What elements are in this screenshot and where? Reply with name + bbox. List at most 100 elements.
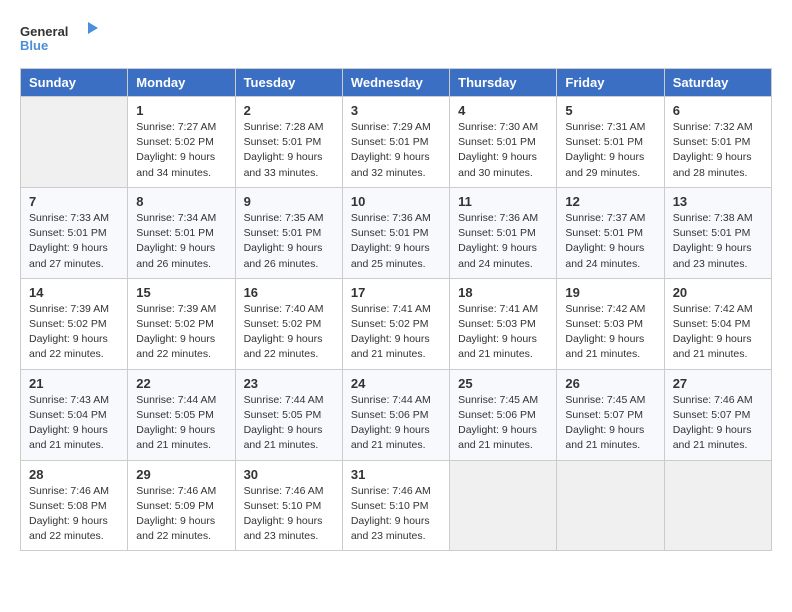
day-info: Sunrise: 7:46 AMSunset: 5:09 PMDaylight:… (136, 484, 226, 545)
weekday-header-row: SundayMondayTuesdayWednesdayThursdayFrid… (21, 69, 772, 97)
weekday-header-saturday: Saturday (664, 69, 771, 97)
calendar-cell (557, 460, 664, 551)
svg-text:Blue: Blue (20, 38, 48, 52)
svg-text:General: General (20, 24, 68, 39)
calendar-cell: 28 Sunrise: 7:46 AMSunset: 5:08 PMDayligh… (21, 460, 128, 551)
calendar-cell: 31 Sunrise: 7:46 AMSunset: 5:10 PMDayligh… (342, 460, 449, 551)
day-number: 28 (29, 467, 119, 482)
calendar-cell: 16 Sunrise: 7:40 AMSunset: 5:02 PMDayligh… (235, 278, 342, 369)
day-number: 6 (673, 103, 763, 118)
day-number: 5 (565, 103, 655, 118)
weekday-header-tuesday: Tuesday (235, 69, 342, 97)
weekday-header-friday: Friday (557, 69, 664, 97)
calendar-cell: 26 Sunrise: 7:45 AMSunset: 5:07 PMDayligh… (557, 369, 664, 460)
day-info: Sunrise: 7:31 AMSunset: 5:01 PMDaylight:… (565, 120, 655, 181)
calendar-cell: 17 Sunrise: 7:41 AMSunset: 5:02 PMDayligh… (342, 278, 449, 369)
day-info: Sunrise: 7:39 AMSunset: 5:02 PMDaylight:… (136, 302, 226, 363)
day-info: Sunrise: 7:46 AMSunset: 5:07 PMDaylight:… (673, 393, 763, 454)
calendar-cell: 30Sunrise: 7:46 AMSunset: 5:10 PMDayligh… (235, 460, 342, 551)
day-number: 30 (244, 467, 334, 482)
calendar-cell: 13 Sunrise: 7:38 AMSunset: 5:01 PMDayligh… (664, 187, 771, 278)
calendar-cell: 18 Sunrise: 7:41 AMSunset: 5:03 PMDayligh… (450, 278, 557, 369)
day-info: Sunrise: 7:32 AMSunset: 5:01 PMDaylight:… (673, 120, 763, 181)
calendar-week-row: 7Sunrise: 7:33 AMSunset: 5:01 PMDaylight… (21, 187, 772, 278)
day-info: Sunrise: 7:45 AMSunset: 5:07 PMDaylight:… (565, 393, 655, 454)
day-number: 1 (136, 103, 226, 118)
day-number: 10 (351, 194, 441, 209)
calendar-week-row: 14 Sunrise: 7:39 AMSunset: 5:02 PMDayligh… (21, 278, 772, 369)
day-number: 20 (673, 285, 763, 300)
calendar-cell: 12 Sunrise: 7:37 AMSunset: 5:01 PMDayligh… (557, 187, 664, 278)
day-number: 4 (458, 103, 548, 118)
day-number: 23 (244, 376, 334, 391)
logo: General Blue (20, 20, 100, 52)
calendar-cell: 6 Sunrise: 7:32 AMSunset: 5:01 PMDaylight… (664, 97, 771, 188)
day-info: Sunrise: 7:30 AMSunset: 5:01 PMDaylight:… (458, 120, 548, 181)
day-info: Sunrise: 7:34 AMSunset: 5:01 PMDaylight:… (136, 211, 226, 272)
day-number: 17 (351, 285, 441, 300)
calendar-cell: 10Sunrise: 7:36 AMSunset: 5:01 PMDayligh… (342, 187, 449, 278)
calendar-cell: 29 Sunrise: 7:46 AMSunset: 5:09 PMDayligh… (128, 460, 235, 551)
day-info: Sunrise: 7:28 AMSunset: 5:01 PMDaylight:… (244, 120, 334, 181)
day-number: 15 (136, 285, 226, 300)
day-number: 16 (244, 285, 334, 300)
day-info: Sunrise: 7:46 AMSunset: 5:10 PMDaylight:… (351, 484, 441, 545)
day-number: 18 (458, 285, 548, 300)
day-info: Sunrise: 7:38 AMSunset: 5:01 PMDaylight:… (673, 211, 763, 272)
calendar-cell: 8 Sunrise: 7:34 AMSunset: 5:01 PMDaylight… (128, 187, 235, 278)
calendar-cell: 25Sunrise: 7:45 AMSunset: 5:06 PMDayligh… (450, 369, 557, 460)
day-number: 3 (351, 103, 441, 118)
day-info: Sunrise: 7:41 AMSunset: 5:02 PMDaylight:… (351, 302, 441, 363)
calendar-cell: 7Sunrise: 7:33 AMSunset: 5:01 PMDaylight… (21, 187, 128, 278)
calendar-cell: 5 Sunrise: 7:31 AMSunset: 5:01 PMDaylight… (557, 97, 664, 188)
weekday-header-sunday: Sunday (21, 69, 128, 97)
weekday-header-thursday: Thursday (450, 69, 557, 97)
day-info: Sunrise: 7:46 AMSunset: 5:08 PMDaylight:… (29, 484, 119, 545)
day-info: Sunrise: 7:29 AMSunset: 5:01 PMDaylight:… (351, 120, 441, 181)
day-info: Sunrise: 7:44 AMSunset: 5:06 PMDaylight:… (351, 393, 441, 454)
day-info: Sunrise: 7:37 AMSunset: 5:01 PMDaylight:… (565, 211, 655, 272)
day-number: 14 (29, 285, 119, 300)
day-number: 31 (351, 467, 441, 482)
calendar-cell: 22 Sunrise: 7:44 AMSunset: 5:05 PMDayligh… (128, 369, 235, 460)
calendar-cell: 11Sunrise: 7:36 AMSunset: 5:01 PMDayligh… (450, 187, 557, 278)
day-number: 7 (29, 194, 119, 209)
day-number: 8 (136, 194, 226, 209)
calendar-cell: 21Sunrise: 7:43 AMSunset: 5:04 PMDayligh… (21, 369, 128, 460)
day-info: Sunrise: 7:27 AMSunset: 5:02 PMDaylight:… (136, 120, 226, 181)
day-number: 26 (565, 376, 655, 391)
day-number: 29 (136, 467, 226, 482)
calendar-cell: 23 Sunrise: 7:44 AMSunset: 5:05 PMDayligh… (235, 369, 342, 460)
day-info: Sunrise: 7:44 AMSunset: 5:05 PMDaylight:… (136, 393, 226, 454)
day-info: Sunrise: 7:45 AMSunset: 5:06 PMDaylight:… (458, 393, 548, 454)
day-info: Sunrise: 7:40 AMSunset: 5:02 PMDaylight:… (244, 302, 334, 363)
day-number: 22 (136, 376, 226, 391)
calendar-week-row: 1 Sunrise: 7:27 AMSunset: 5:02 PMDaylight… (21, 97, 772, 188)
calendar-cell: 14 Sunrise: 7:39 AMSunset: 5:02 PMDayligh… (21, 278, 128, 369)
day-info: Sunrise: 7:44 AMSunset: 5:05 PMDaylight:… (244, 393, 334, 454)
calendar-week-row: 28 Sunrise: 7:46 AMSunset: 5:08 PMDayligh… (21, 460, 772, 551)
day-number: 24 (351, 376, 441, 391)
day-number: 2 (244, 103, 334, 118)
day-info: Sunrise: 7:35 AMSunset: 5:01 PMDaylight:… (244, 211, 334, 272)
calendar-cell: 2 Sunrise: 7:28 AMSunset: 5:01 PMDaylight… (235, 97, 342, 188)
calendar-table: SundayMondayTuesdayWednesdayThursdayFrid… (20, 68, 772, 551)
calendar-cell: 3 Sunrise: 7:29 AMSunset: 5:01 PMDaylight… (342, 97, 449, 188)
calendar-cell (21, 97, 128, 188)
weekday-header-wednesday: Wednesday (342, 69, 449, 97)
calendar-cell: 20 Sunrise: 7:42 AMSunset: 5:04 PMDayligh… (664, 278, 771, 369)
day-number: 9 (244, 194, 334, 209)
day-number: 21 (29, 376, 119, 391)
day-number: 13 (673, 194, 763, 209)
calendar-cell: 4 Sunrise: 7:30 AMSunset: 5:01 PMDaylight… (450, 97, 557, 188)
day-number: 19 (565, 285, 655, 300)
calendar-cell: 9 Sunrise: 7:35 AMSunset: 5:01 PMDaylight… (235, 187, 342, 278)
day-number: 12 (565, 194, 655, 209)
day-info: Sunrise: 7:42 AMSunset: 5:03 PMDaylight:… (565, 302, 655, 363)
calendar-week-row: 21Sunrise: 7:43 AMSunset: 5:04 PMDayligh… (21, 369, 772, 460)
day-info: Sunrise: 7:42 AMSunset: 5:04 PMDaylight:… (673, 302, 763, 363)
day-number: 11 (458, 194, 548, 209)
day-info: Sunrise: 7:39 AMSunset: 5:02 PMDaylight:… (29, 302, 119, 363)
logo-icon: General Blue (20, 20, 100, 52)
day-info: Sunrise: 7:41 AMSunset: 5:03 PMDaylight:… (458, 302, 548, 363)
